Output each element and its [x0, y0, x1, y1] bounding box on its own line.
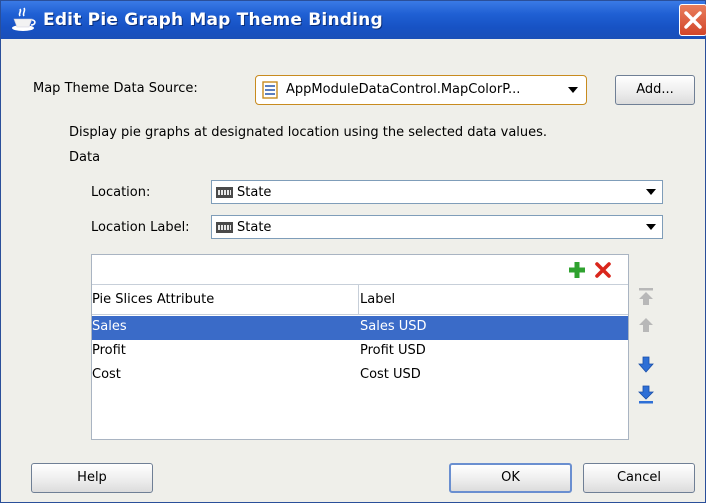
chevron-down-icon: [568, 87, 578, 93]
location-select[interactable]: State: [211, 180, 663, 204]
row-attribute: Profit: [92, 343, 126, 358]
row-attribute: Cost: [92, 367, 121, 382]
data-source-combo[interactable]: AppModuleDataControl.MapColorP...: [255, 75, 587, 105]
location-label-label: Location Label:: [91, 220, 190, 235]
row-attribute: Sales: [92, 319, 127, 334]
row-label: Sales USD: [360, 319, 427, 334]
location-label-value: State: [237, 220, 272, 235]
delete-icon: [595, 262, 611, 278]
table-row[interactable]: Sales Sales USD: [92, 316, 628, 340]
arrow-down-icon: [638, 356, 654, 373]
row-label: Cost USD: [360, 367, 421, 382]
window-title: Edit Pie Graph Map Theme Binding: [43, 10, 383, 30]
title-bar[interactable]: Edit Pie Graph Map Theme Binding: [1, 1, 706, 39]
chevron-down-icon: [646, 189, 656, 195]
move-top-icon: [639, 288, 653, 305]
close-button[interactable]: [679, 4, 706, 36]
add-data-source-button[interactable]: Add...: [615, 75, 695, 105]
coffee-cup-icon: [11, 7, 37, 33]
ok-button[interactable]: OK: [449, 463, 572, 493]
move-to-top-button[interactable]: [637, 287, 655, 307]
move-to-bottom-button[interactable]: [637, 385, 655, 405]
arrow-up-icon: [639, 318, 653, 332]
move-down-button[interactable]: [637, 355, 655, 375]
move-bottom-icon: [638, 385, 654, 404]
row-label: Profit USD: [360, 343, 426, 358]
cancel-button[interactable]: Cancel: [583, 463, 695, 493]
location-label-select[interactable]: State: [211, 215, 663, 239]
column-header-attribute[interactable]: Pie Slices Attribute: [92, 292, 214, 307]
table-header: Pie Slices Attribute Label: [92, 285, 628, 315]
table-toolbar: [92, 255, 628, 285]
chevron-down-icon: [646, 224, 656, 230]
data-source-value: AppModuleDataControl.MapColorP...: [286, 82, 521, 97]
table-row[interactable]: Cost Cost USD: [92, 364, 628, 388]
data-source-label: Map Theme Data Source:: [33, 81, 198, 96]
location-label: Location:: [91, 185, 151, 200]
move-up-button[interactable]: [637, 315, 655, 335]
add-row-button[interactable]: [568, 261, 586, 279]
help-button[interactable]: Help: [31, 463, 153, 493]
pie-slices-table: Pie Slices Attribute Label Sales Sales U…: [91, 254, 629, 440]
data-control-icon: [262, 81, 280, 103]
data-section-heading: Data: [69, 150, 101, 165]
location-value: State: [237, 185, 272, 200]
delete-row-button[interactable]: [594, 261, 612, 279]
plus-icon: [569, 262, 585, 278]
close-icon: [684, 11, 702, 29]
description-text: Display pie graphs at designated locatio…: [69, 125, 548, 140]
column-header-label[interactable]: Label: [360, 292, 395, 307]
attribute-icon: [216, 187, 233, 198]
table-row[interactable]: Profit Profit USD: [92, 340, 628, 364]
dialog-window: Edit Pie Graph Map Theme Binding Map The…: [0, 0, 706, 503]
column-divider[interactable]: [358, 285, 359, 315]
attribute-icon: [216, 222, 233, 233]
